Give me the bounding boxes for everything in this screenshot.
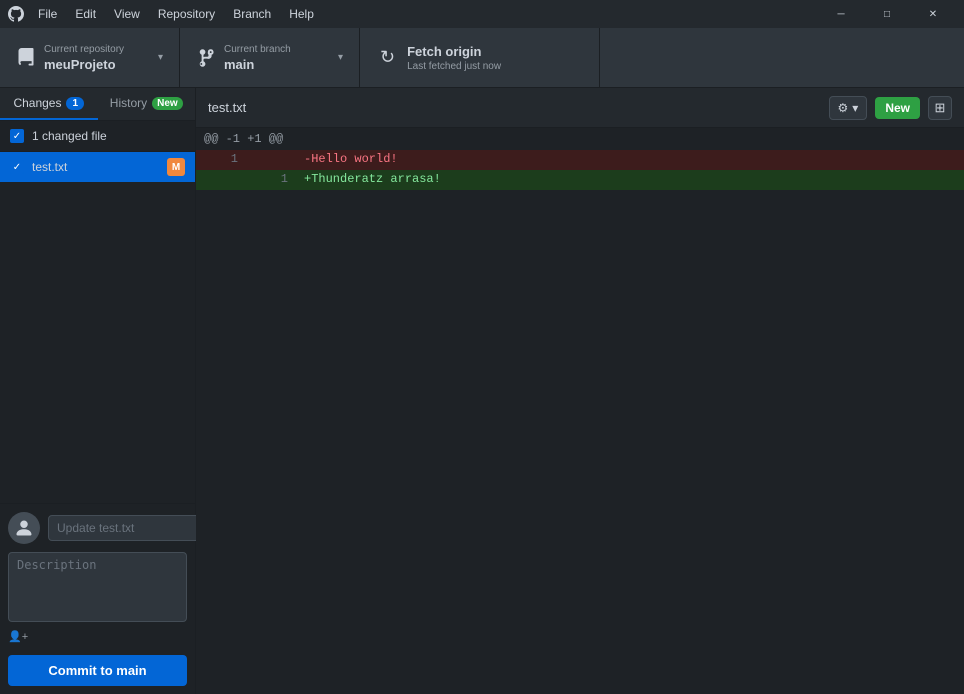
fetch-text: Fetch origin Last fetched just now [407, 44, 501, 72]
diff-line-removed: 1 -Hello world! [196, 150, 964, 170]
diff-settings-button[interactable]: ⚙ ▾ [829, 96, 868, 120]
changed-files-header: ✓ 1 changed file [0, 121, 195, 152]
repo-chevron-icon: ▾ [158, 52, 163, 63]
toolbar: Current repository meuProjeto ▾ Current … [0, 28, 964, 88]
menu-file[interactable]: File [30, 5, 65, 23]
titlebar-menu: File Edit View Repository Branch Help [30, 5, 322, 23]
menu-edit[interactable]: Edit [67, 5, 104, 23]
diff-line-content-added: +Thunderatz arrasa! [296, 170, 964, 190]
select-all-checkbox[interactable]: ✓ [10, 129, 24, 143]
gear-icon: ⚙ [838, 101, 849, 115]
diff-line-content-removed: -Hello world! [296, 150, 964, 170]
commit-area: 👤+ Commit to main [0, 503, 195, 694]
menu-branch[interactable]: Branch [225, 5, 279, 23]
fetch-subtitle: Last fetched just now [407, 61, 501, 72]
user-avatar-icon [14, 518, 34, 538]
file-checkbox[interactable]: ✓ [10, 160, 24, 174]
fetch-title: Fetch origin [407, 44, 501, 59]
fetch-icon: ↻ [380, 47, 395, 68]
repo-text: Current repository meuProjeto [44, 44, 150, 72]
menu-help[interactable]: Help [281, 5, 322, 23]
maximize-button[interactable]: □ [864, 0, 910, 28]
commit-summary-row [8, 512, 187, 544]
current-branch-button[interactable]: Current branch main ▾ [180, 28, 360, 87]
github-icon [8, 6, 24, 22]
tab-history[interactable]: History New [98, 88, 196, 120]
branch-text: Current branch main [224, 44, 330, 72]
file-name: test.txt [32, 160, 159, 174]
tab-history-label: History [110, 96, 147, 110]
diff-expand-button[interactable]: ⊞ [928, 96, 952, 120]
fetch-origin-button[interactable]: ↻ Fetch origin Last fetched just now [360, 28, 600, 87]
menu-repository[interactable]: Repository [150, 5, 223, 23]
titlebar-left: File Edit View Repository Branch Help [8, 5, 322, 23]
diff-new-button[interactable]: New [875, 97, 920, 119]
diff-line-num-old-added [196, 170, 246, 190]
file-list-item[interactable]: ✓ test.txt M [0, 152, 195, 182]
co-author-button[interactable]: 👤+ [8, 630, 28, 643]
sidebar-tabs: Changes 1 History New [0, 88, 195, 121]
commit-description-input[interactable] [8, 552, 187, 622]
diff-content: @@ -1 +1 @@ 1 -Hello world! 1 +Thunderat… [196, 128, 964, 694]
diff-hunk-header: @@ -1 +1 @@ [196, 128, 964, 150]
diff-line-num-new-removed [246, 150, 296, 170]
commit-button[interactable]: Commit to main [8, 655, 187, 686]
repo-icon [16, 48, 36, 68]
repo-label: Current repository [44, 44, 150, 55]
diff-line-added: 1 +Thunderatz arrasa! [196, 170, 964, 190]
diff-area: test.txt ⚙ ▾ New ⊞ @@ -1 +1 @@ 1 -Hello … [196, 88, 964, 694]
diff-header-actions: ⚙ ▾ New ⊞ [829, 96, 952, 120]
branch-name: main [224, 57, 330, 72]
close-button[interactable]: ✕ [910, 0, 956, 28]
tab-history-badge: New [152, 97, 183, 110]
branch-chevron-icon: ▾ [338, 52, 343, 63]
main-area: Changes 1 History New ✓ 1 changed file ✓… [0, 88, 964, 694]
titlebar: File Edit View Repository Branch Help ─ … [0, 0, 964, 28]
window-controls: ─ □ ✕ [818, 0, 956, 28]
sidebar: Changes 1 History New ✓ 1 changed file ✓… [0, 88, 196, 694]
commit-avatar [8, 512, 40, 544]
current-repository-button[interactable]: Current repository meuProjeto ▾ [0, 28, 180, 87]
branch-label: Current branch [224, 44, 330, 55]
menu-view[interactable]: View [106, 5, 148, 23]
diff-line-num-old-removed: 1 [196, 150, 246, 170]
changed-count-label: 1 changed file [32, 129, 107, 143]
diff-filename: test.txt [208, 100, 246, 115]
diff-header: test.txt ⚙ ▾ New ⊞ [196, 88, 964, 128]
branch-icon [196, 48, 216, 68]
file-modified-badge: M [167, 158, 185, 176]
tab-changes-label: Changes [13, 96, 61, 110]
gear-chevron-icon: ▾ [852, 101, 858, 115]
tab-changes[interactable]: Changes 1 [0, 88, 98, 120]
diff-line-num-new-added: 1 [246, 170, 296, 190]
repo-name: meuProjeto [44, 57, 150, 72]
commit-footer: 👤+ [8, 630, 187, 643]
tab-changes-badge: 1 [66, 97, 84, 110]
minimize-button[interactable]: ─ [818, 0, 864, 28]
